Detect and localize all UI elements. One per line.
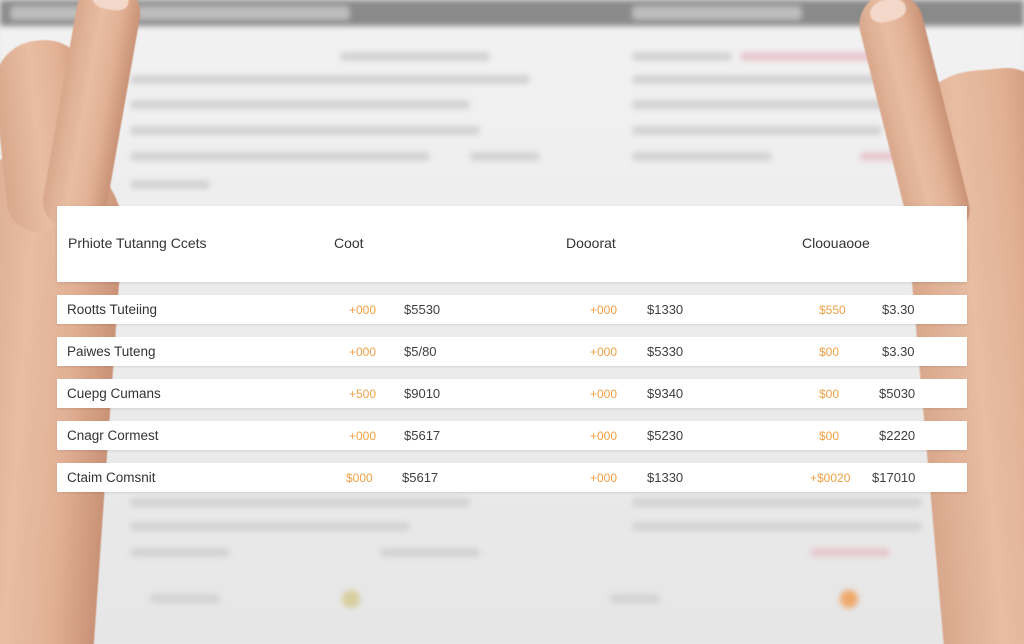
row-col2-price: $5330: [647, 344, 684, 359]
row-label: Ctaim Comsnit: [67, 470, 156, 485]
row-label: Cnagr Cormest: [67, 428, 159, 443]
row-col2-extra: +000: [590, 387, 618, 401]
row-col2-price: $1330: [647, 470, 684, 485]
row-col3-extra: +$0020: [810, 471, 851, 485]
row-col3-extra: $00: [819, 345, 840, 359]
row-col3-price: $3.30: [882, 344, 915, 359]
header-col-2: Dooorat: [566, 235, 616, 251]
row-label: Cuepg Cumans: [67, 386, 161, 401]
row-col3-extra: $550: [819, 303, 846, 317]
row-col1-price: $9010: [404, 386, 441, 401]
row-label: Rootts Tuteiing: [67, 302, 158, 317]
row-col3-price: $3.30: [882, 302, 915, 317]
row-col1-extra: +000: [349, 303, 377, 317]
row-col1-extra: $000: [346, 471, 373, 485]
row-col1-price: $5617: [404, 428, 441, 443]
row-col3-extra: $00: [819, 387, 840, 401]
row-label: Paiwes Tuteng: [67, 344, 156, 359]
row-col2-extra: +000: [590, 471, 618, 485]
row-col3-price: $17010: [872, 470, 916, 485]
pricing-table: Prhiote Tutanng Ccets Coot Dooorat Cloou…: [57, 206, 967, 492]
header-col-3: Cloouaooe: [802, 235, 870, 251]
table-row: Rootts Tuteiing +000 $5530 +000 $1330 $5…: [57, 295, 967, 324]
header-col-1: Coot: [334, 235, 364, 251]
table-row: Cuepg Cumans +500 $9010 +000 $9340 $00 $…: [57, 379, 967, 408]
row-col1-extra: +000: [349, 345, 377, 359]
table-row: Cnagr Cormest +000 $5617 +000 $5230 $00 …: [57, 421, 967, 450]
row-col1-price: $5530: [404, 302, 441, 317]
row-col3-price: $5030: [879, 386, 916, 401]
row-col3-price: $2220: [879, 428, 916, 443]
row-col1-price: $5/80: [404, 344, 437, 359]
row-col3-extra: $00: [819, 429, 840, 443]
row-col1-price: $5617: [402, 470, 439, 485]
row-col1-extra: +000: [349, 429, 377, 443]
row-col2-extra: +000: [590, 429, 618, 443]
table-header-row: Prhiote Tutanng Ccets Coot Dooorat Cloou…: [57, 206, 967, 282]
table-row: Paiwes Tuteng +000 $5/80 +000 $5330 $00 …: [57, 337, 967, 366]
row-col2-extra: +000: [590, 345, 618, 359]
row-col2-price: $5230: [647, 428, 684, 443]
row-col2-price: $9340: [647, 386, 684, 401]
row-col1-extra: +500: [349, 387, 377, 401]
header-name: Prhiote Tutanng Ccets: [68, 235, 207, 251]
row-col2-extra: +000: [590, 303, 618, 317]
row-col2-price: $1330: [647, 302, 684, 317]
table-row: Ctaim Comsnit $000 $5617 +000 $1330 +$00…: [57, 463, 967, 492]
